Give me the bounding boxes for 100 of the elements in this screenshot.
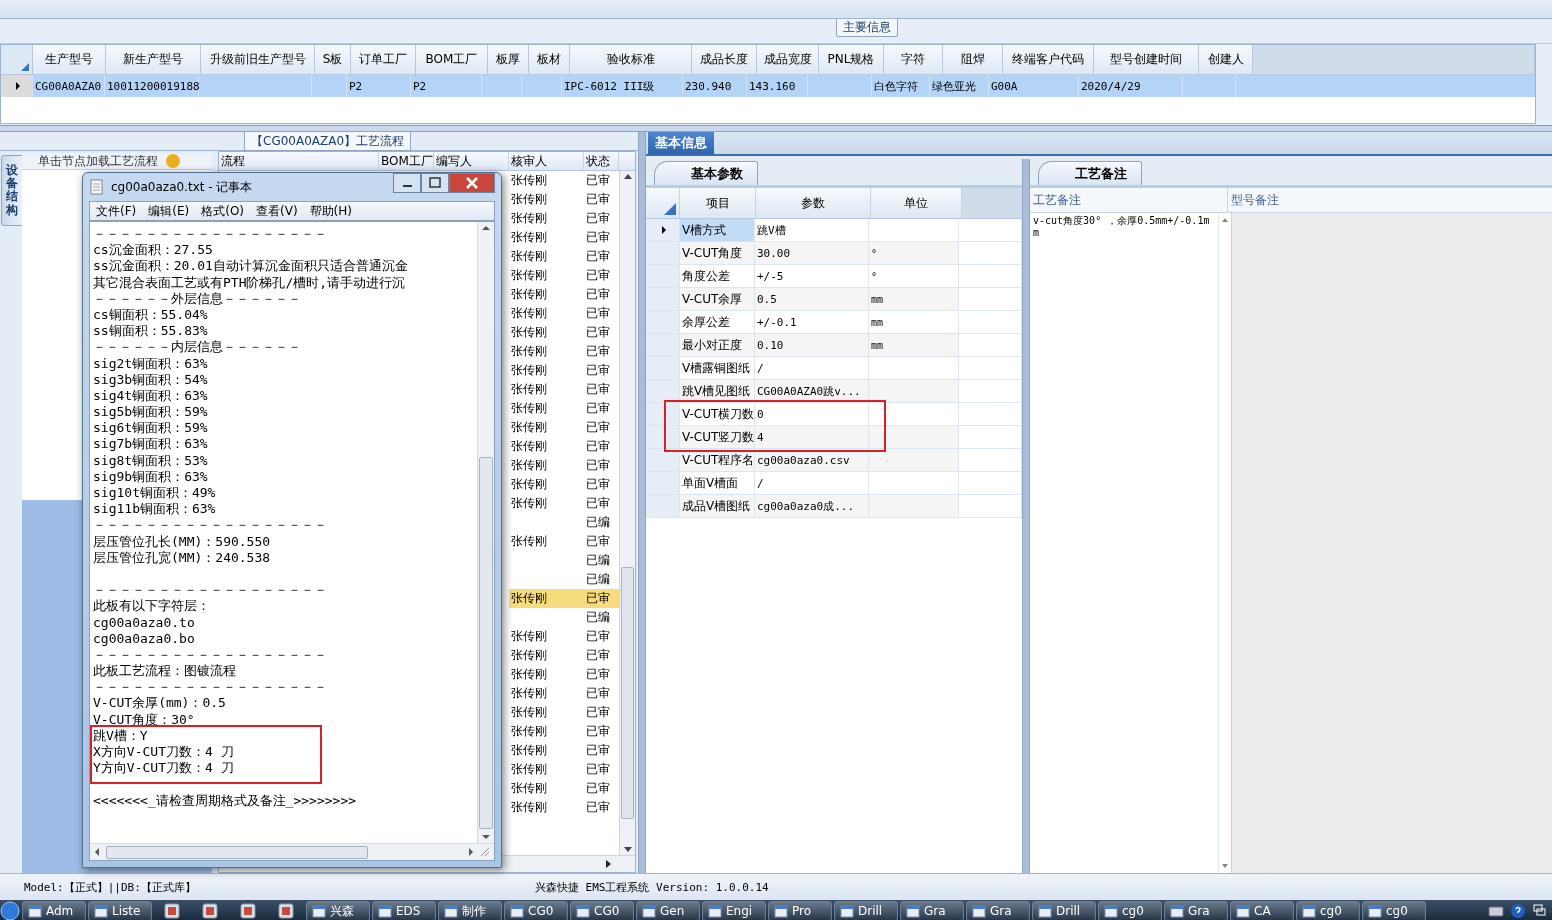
table-row[interactable]: V-CUT程序名 cg00a0aza0.csv <box>646 449 1022 472</box>
table-cell[interactable]: 已审 <box>584 798 619 817</box>
table-cell[interactable]: 已审 <box>584 532 619 551</box>
taskbar-button[interactable]: 兴森 <box>306 901 370 920</box>
column-header[interactable]: 参数 <box>756 188 871 218</box>
table-cell[interactable]: 已审 <box>584 741 619 760</box>
table-cell[interactable]: 已审 <box>584 209 619 228</box>
table-cell[interactable]: 已审 <box>584 361 619 380</box>
table-cell[interactable]: 已审 <box>584 684 619 703</box>
table-row[interactable]: 最小对正度 0.10 mm <box>646 334 1022 357</box>
table-row[interactable]: V-CUT竖刀数 4 <box>646 426 1022 449</box>
taskbar-button[interactable]: Engi <box>702 901 766 920</box>
column-header[interactable]: 核审人 <box>509 152 584 170</box>
table-cell[interactable]: 已审 <box>584 646 619 665</box>
table-cell[interactable]: 余厚公差 <box>680 311 755 333</box>
table-cell[interactable]: V槽露铜图纸 <box>680 357 755 379</box>
table-cell[interactable]: V-CUT角度 <box>680 242 755 264</box>
table-row[interactable]: V-CUT角度 30.00 ° <box>646 242 1022 265</box>
maximize-button[interactable] <box>421 173 449 193</box>
table-cell[interactable]: 已编 <box>584 570 619 589</box>
taskbar-button[interactable]: Drill <box>834 901 898 920</box>
taskbar-button[interactable]: CA <box>1230 901 1294 920</box>
table-cell[interactable]: 已审 <box>584 779 619 798</box>
scrollbar[interactable] <box>619 171 635 855</box>
table-cell[interactable]: 已审 <box>584 247 619 266</box>
taskbar-button[interactable]: Gen <box>636 901 700 920</box>
menu-item[interactable]: 查看(V) <box>256 202 298 220</box>
table-cell[interactable]: 已审 <box>584 760 619 779</box>
taskbar-button[interactable]: Gra <box>1164 901 1228 920</box>
column-header[interactable]: 状态 <box>584 152 619 170</box>
table-cell[interactable]: 已编 <box>584 513 619 532</box>
table-cell[interactable]: 已审 <box>584 456 619 475</box>
table-cell[interactable]: 已审 <box>584 380 619 399</box>
scrollbar[interactable] <box>90 843 494 860</box>
taskbar-button[interactable]: Adm <box>22 901 86 920</box>
table-cell[interactable]: 已审 <box>584 342 619 361</box>
column-header[interactable]: 流程 <box>219 152 379 170</box>
table-cell[interactable]: 已审 <box>584 494 619 513</box>
app-icon[interactable] <box>164 903 180 919</box>
tab[interactable]: 基本信息 <box>648 132 714 154</box>
close-button[interactable] <box>449 173 495 193</box>
keyboard-icon[interactable] <box>1488 903 1504 919</box>
table-cell[interactable]: 已审 <box>584 627 619 646</box>
table-cell[interactable]: V-CUT程序名 <box>680 449 755 471</box>
menu-item[interactable]: 文件(F) <box>96 202 137 220</box>
table-cell[interactable]: 已审 <box>584 399 619 418</box>
table-cell[interactable]: 已审 <box>584 171 619 190</box>
column-header[interactable]: 项目 <box>680 188 756 218</box>
app-icon[interactable] <box>240 903 256 919</box>
taskbar-button[interactable]: CG0 <box>504 901 568 920</box>
table-cell[interactable]: 已审 <box>584 266 619 285</box>
table-row[interactable]: 跳V槽见图纸 CG00A0AZA0跳v... <box>646 380 1022 403</box>
column-header[interactable]: 编写人 <box>434 152 509 170</box>
table-cell[interactable]: V槽方式 <box>680 219 755 241</box>
table-cell[interactable]: 已审 <box>584 285 619 304</box>
taskbar-button[interactable]: CG0 <box>570 901 634 920</box>
restore-icon[interactable] <box>1532 903 1548 919</box>
table-cell[interactable]: 已编 <box>584 608 619 627</box>
tab[interactable]: 工艺备注 <box>1038 161 1142 185</box>
menu-item[interactable]: 帮助(H) <box>309 202 352 220</box>
app-icon[interactable] <box>278 903 294 919</box>
table-cell[interactable]: 已审 <box>584 589 619 608</box>
table-cell[interactable]: 成品V槽图纸 <box>680 495 755 517</box>
start-button[interactable] <box>0 901 20 920</box>
table-cell[interactable]: 已审 <box>584 418 619 437</box>
table-cell[interactable]: 最小对正度 <box>680 334 755 356</box>
scrollbar[interactable] <box>477 222 494 843</box>
minimize-button[interactable] <box>393 173 421 193</box>
table-cell[interactable]: V-CUT竖刀数 <box>680 426 755 448</box>
taskbar-button[interactable]: Liste <box>88 901 152 920</box>
table-cell[interactable]: 已审 <box>584 228 619 247</box>
table-cell[interactable]: 单面V槽面 <box>680 472 755 494</box>
table-cell[interactable]: 已审 <box>584 722 619 741</box>
table-row[interactable]: V槽方式 跳V槽 <box>646 219 1022 242</box>
side-tab[interactable]: 设备结构 <box>1 155 23 226</box>
table-cell[interactable]: 角度公差 <box>680 265 755 287</box>
app-icon[interactable] <box>202 903 218 919</box>
table-cell[interactable]: 已编 <box>584 551 619 570</box>
table-row[interactable]: 成品V槽图纸 cg00a0aza0成... <box>646 495 1022 518</box>
table-cell[interactable]: 已审 <box>584 475 619 494</box>
table-cell[interactable]: V-CUT余厚 <box>680 288 755 310</box>
tab[interactable]: 基本参数 <box>654 161 758 185</box>
taskbar-button[interactable]: cg0 <box>1098 901 1162 920</box>
table-cell[interactable]: 跳V槽见图纸 <box>680 380 755 402</box>
table-cell[interactable]: 已审 <box>584 703 619 722</box>
menu-item[interactable]: 格式(O) <box>201 202 245 220</box>
taskbar-button[interactable]: cg0 <box>1296 901 1360 920</box>
table-cell[interactable]: 已审 <box>584 323 619 342</box>
taskbar-button[interactable]: cg0 <box>1362 901 1426 920</box>
taskbar-button[interactable]: 制作 <box>438 901 502 920</box>
table-cell[interactable]: 已审 <box>584 665 619 684</box>
table-cell[interactable]: 已审 <box>584 437 619 456</box>
table-cell[interactable]: 已审 <box>584 304 619 323</box>
menu-item[interactable]: 编辑(E) <box>148 202 190 220</box>
help-icon[interactable] <box>1510 903 1526 919</box>
taskbar-button[interactable]: Drill <box>1032 901 1096 920</box>
table-cell[interactable]: 已审 <box>584 190 619 209</box>
table-row[interactable]: CG00A0AZA0 10011200019188 P2 P2 IPC-6012 III级 230.940 143.160 白色字符 绿色亚光 G00A 2020/4/29 <box>1 75 1535 97</box>
taskbar-button[interactable]: EDS <box>372 901 436 920</box>
taskbar-button[interactable]: Gra <box>966 901 1030 920</box>
